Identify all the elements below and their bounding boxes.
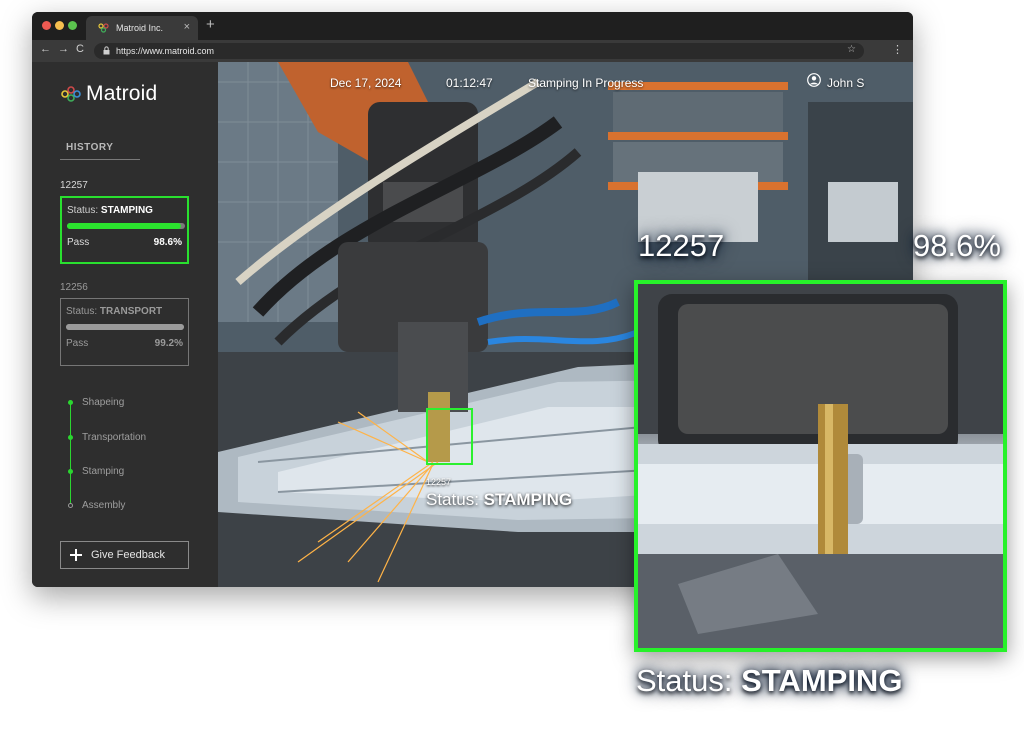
pass-value: 98.6% xyxy=(153,237,182,248)
plus-icon xyxy=(70,549,82,561)
pass-row: Pass 99.2% xyxy=(66,338,183,349)
detection-box[interactable] xyxy=(426,408,473,465)
pass-row: Pass 98.6% xyxy=(67,237,182,248)
browser-menu-icon[interactable]: ⋮ xyxy=(892,43,903,56)
status-value: STAMPING xyxy=(100,205,153,216)
detection-id: 12257 xyxy=(426,477,452,487)
pass-label: Pass xyxy=(67,237,90,248)
bookmark-star-icon[interactable]: ☆ xyxy=(847,44,856,55)
job-status: Status: STAMPING xyxy=(67,205,182,216)
job-card-12257[interactable]: Status: STAMPING Pass 98.6% xyxy=(60,196,189,264)
date-display: Dec 17, 2024 xyxy=(330,76,402,90)
forward-icon[interactable]: → xyxy=(58,43,69,55)
stage-label: Assembly xyxy=(82,500,126,511)
stage-label: Stamping xyxy=(82,466,125,477)
job-status: Status: TRANSPORT xyxy=(66,306,183,317)
give-feedback-button[interactable]: Give Feedback xyxy=(60,541,189,569)
stage-shapeing[interactable]: Shapeing xyxy=(68,397,198,412)
stage-dot-icon xyxy=(68,400,73,405)
process-status: Stamping In Progress xyxy=(528,76,644,90)
feedback-label: Give Feedback xyxy=(91,549,165,561)
stage-transportation[interactable]: Transportation xyxy=(68,432,198,447)
tab-bar: Matroid Inc. × + xyxy=(32,12,913,40)
stage-dot-icon xyxy=(68,435,73,440)
stage-dot-icon xyxy=(68,469,73,474)
user-name[interactable]: John S xyxy=(827,76,864,90)
maximize-window-button[interactable] xyxy=(68,21,77,30)
tab-close-icon[interactable]: × xyxy=(184,21,190,33)
browser-tab[interactable]: Matroid Inc. × xyxy=(86,16,198,40)
sidebar: Matroid HISTORY 12257 Status: STAMPING P… xyxy=(32,62,218,587)
reload-icon[interactable]: C xyxy=(76,43,84,55)
stage-connector xyxy=(70,403,71,505)
matroid-logo-icon xyxy=(61,86,81,102)
status-value: TRANSPORT xyxy=(99,306,163,317)
zoom-status: Status: STAMPING xyxy=(636,663,902,699)
stage-label: Transportation xyxy=(82,432,147,443)
browser-toolbar: ← → C https://www.matroid.com ☆ ⋮ xyxy=(32,40,913,62)
pass-value: 99.2% xyxy=(154,338,183,349)
zoom-detail-panel xyxy=(634,280,1007,652)
url-text: https://www.matroid.com xyxy=(116,46,215,56)
detection-status-label: Status: xyxy=(426,490,479,509)
job-card-12256[interactable]: Status: TRANSPORT Pass 99.2% xyxy=(60,298,189,366)
stage-assembly[interactable]: Assembly xyxy=(68,500,198,515)
job-id: 12257 xyxy=(60,180,88,191)
status-label: Status: xyxy=(66,306,98,317)
stage-dot-icon xyxy=(68,503,73,508)
progress-fill xyxy=(66,324,184,330)
close-window-button[interactable] xyxy=(42,21,51,30)
detection-status: Status: STAMPING xyxy=(426,490,572,510)
back-icon[interactable]: ← xyxy=(40,43,51,55)
progress-fill xyxy=(67,223,182,229)
pass-label: Pass xyxy=(66,338,89,349)
new-tab-button[interactable]: + xyxy=(206,17,215,32)
job-id: 12256 xyxy=(60,282,88,293)
progress-bar xyxy=(67,223,185,229)
matroid-favicon-icon xyxy=(98,23,109,33)
history-heading: HISTORY xyxy=(60,142,140,160)
zoom-status-label: Status: xyxy=(636,663,733,698)
status-label: Status: xyxy=(67,205,99,216)
stage-label: Shapeing xyxy=(82,397,125,408)
stage-stamping[interactable]: Stamping xyxy=(68,466,198,481)
detection-status-value: STAMPING xyxy=(483,490,573,509)
zoom-job-id: 12257 xyxy=(638,228,725,263)
time-display: 01:12:47 xyxy=(446,76,493,90)
progress-bar xyxy=(66,324,184,330)
tab-title: Matroid Inc. xyxy=(116,23,164,33)
logo-text: Matroid xyxy=(86,82,158,105)
user-icon[interactable] xyxy=(807,73,821,87)
zoom-pass-rate: 98.6% xyxy=(913,228,1001,263)
address-bar[interactable]: https://www.matroid.com ☆ xyxy=(94,43,864,59)
zoom-status-value: STAMPING xyxy=(741,663,903,698)
zoom-detail-image xyxy=(638,284,1003,648)
lock-icon xyxy=(103,46,110,55)
minimize-window-button[interactable] xyxy=(55,21,64,30)
